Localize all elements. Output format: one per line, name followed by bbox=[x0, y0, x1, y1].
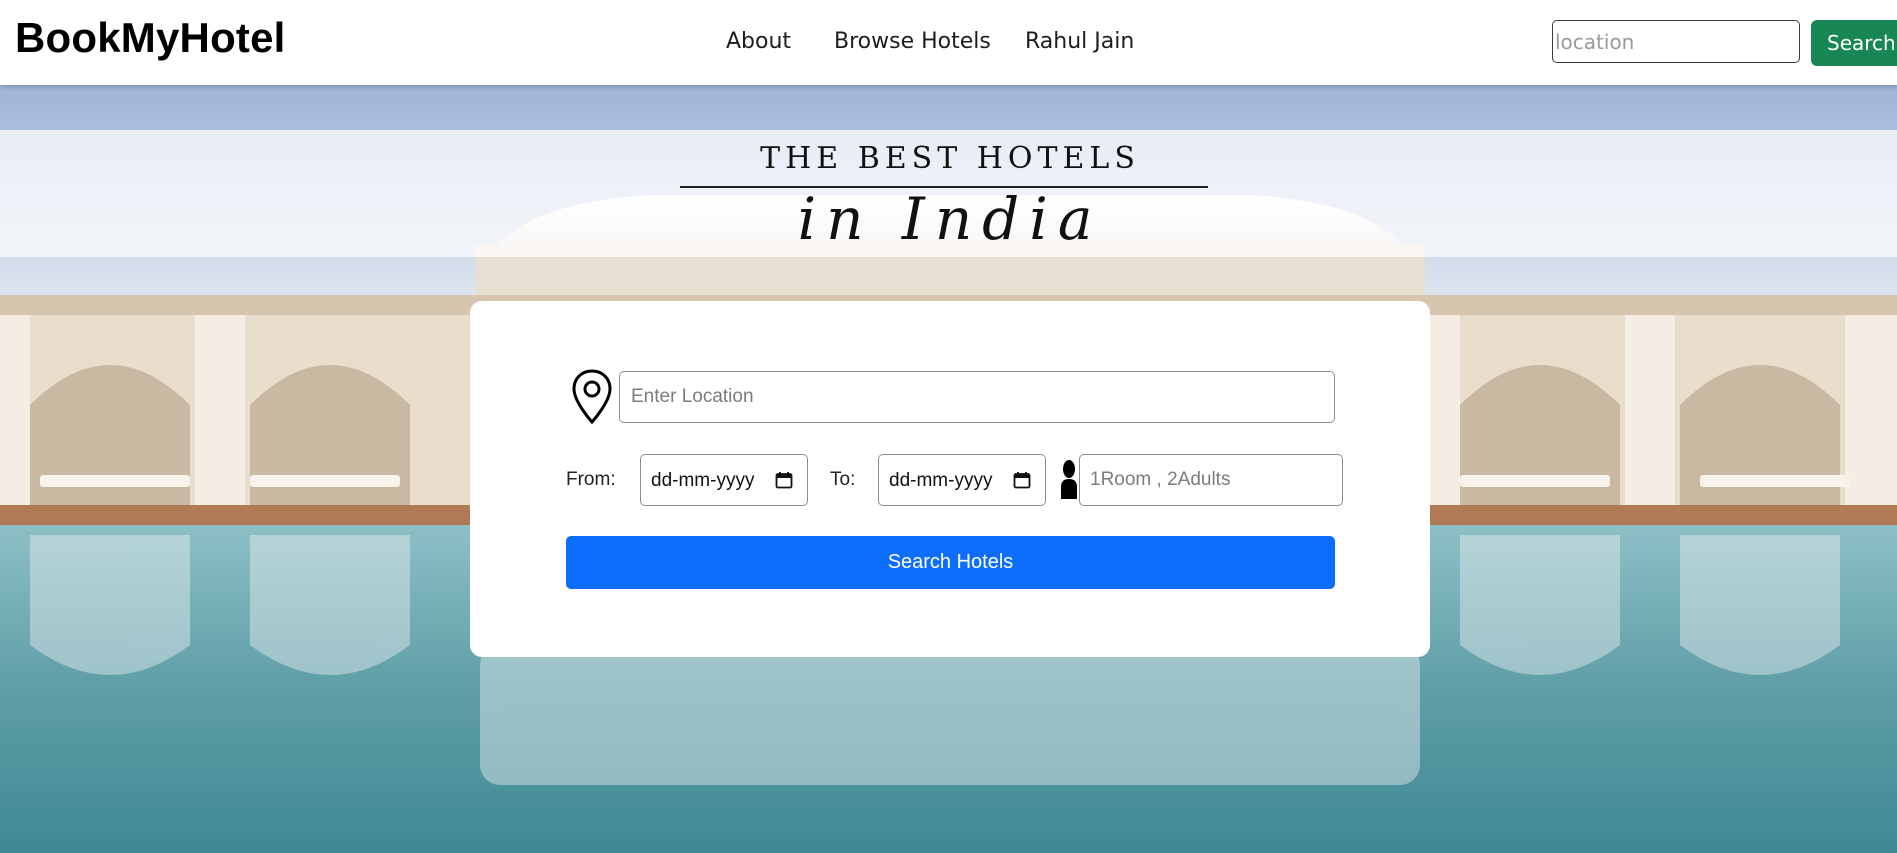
navbar-search-button[interactable]: Search bbox=[1811, 20, 1897, 66]
to-date-label: To: bbox=[830, 469, 856, 490]
hero-subline: in India bbox=[797, 185, 1103, 253]
location-input[interactable] bbox=[619, 371, 1335, 423]
hotel-search-card: From: dd-mm-yyyy To: dd-mm-yyyy Search H… bbox=[470, 301, 1430, 657]
to-date-input[interactable]: dd-mm-yyyy bbox=[878, 454, 1046, 506]
navbar-location-search-input[interactable] bbox=[1552, 20, 1800, 63]
top-navbar: BookMyHotel About Browse Hotels Rahul Ja… bbox=[0, 0, 1897, 85]
nav-link-browse-hotels[interactable]: Browse Hotels bbox=[834, 29, 991, 54]
search-hotels-button[interactable]: Search Hotels bbox=[566, 536, 1335, 589]
nav-link-user[interactable]: Rahul Jain bbox=[1025, 29, 1134, 54]
map-pin-icon bbox=[572, 369, 612, 425]
person-icon bbox=[1061, 460, 1077, 499]
from-date-input[interactable]: dd-mm-yyyy bbox=[640, 454, 808, 506]
rooms-guests-input[interactable] bbox=[1079, 454, 1343, 506]
calendar-icon[interactable] bbox=[1013, 471, 1031, 489]
hero-headline: THE BEST HOTELS bbox=[760, 141, 1140, 176]
to-date-value: dd-mm-yyyy bbox=[889, 470, 993, 491]
from-date-label: From: bbox=[566, 469, 616, 490]
from-date-value: dd-mm-yyyy bbox=[651, 470, 755, 491]
brand-logo[interactable]: BookMyHotel bbox=[15, 14, 286, 62]
calendar-icon[interactable] bbox=[775, 471, 793, 489]
nav-link-about[interactable]: About bbox=[726, 29, 791, 54]
